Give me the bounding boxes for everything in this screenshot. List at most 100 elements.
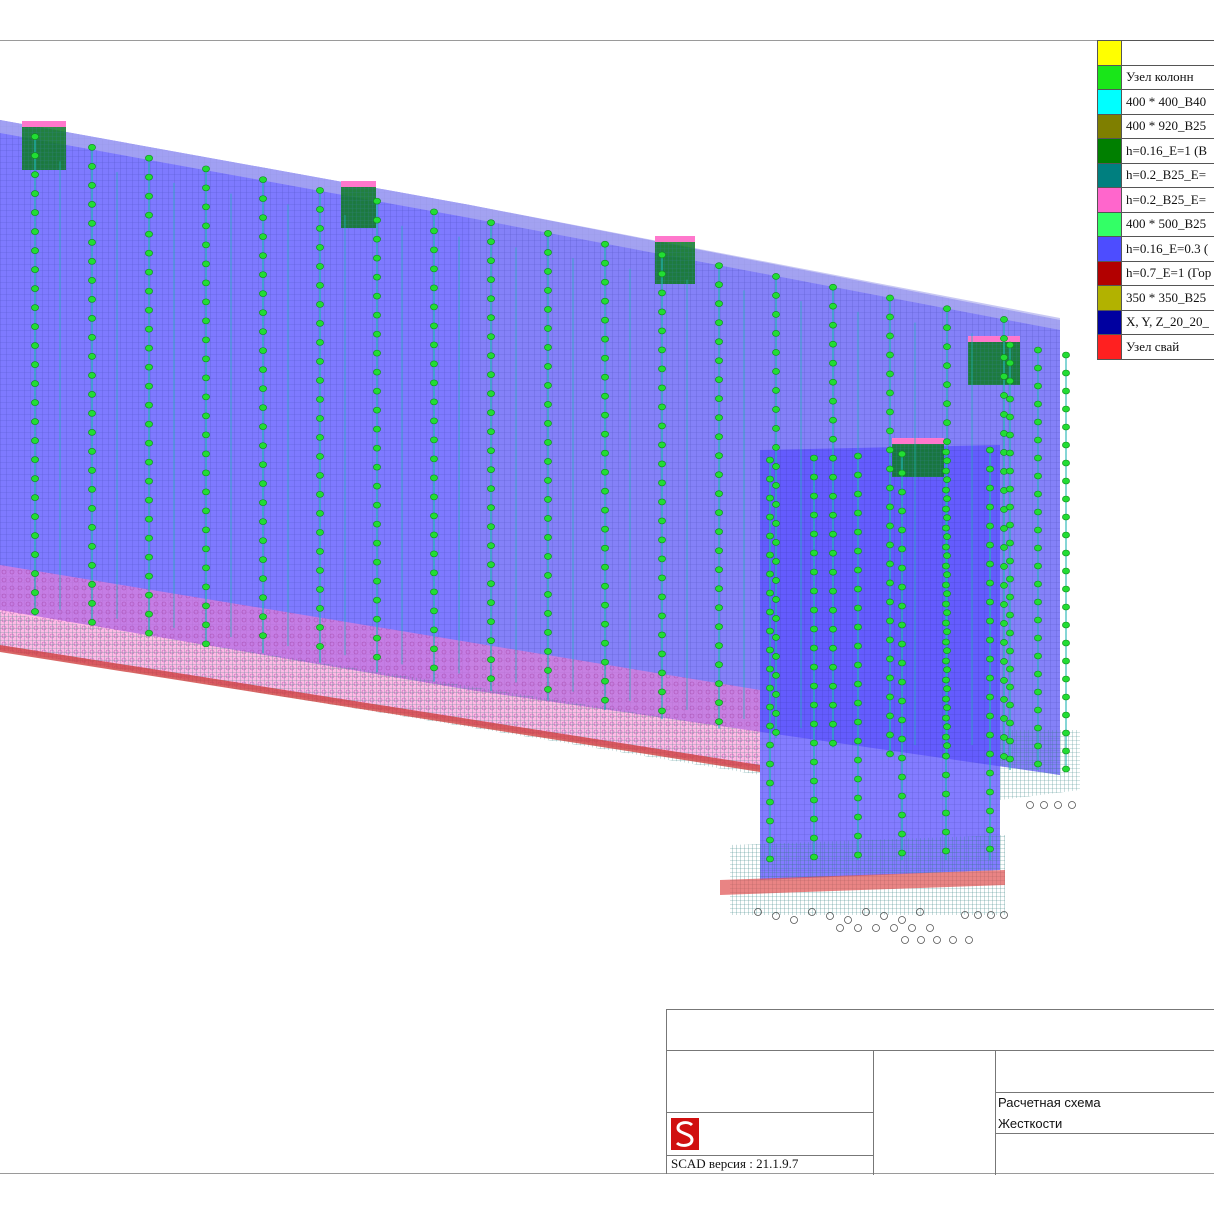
column-node [88, 410, 96, 417]
column-node [1062, 657, 1070, 665]
column-node [943, 704, 951, 711]
column-node [601, 335, 609, 343]
column-node [1000, 316, 1008, 323]
column-node [88, 296, 96, 303]
column-node [766, 684, 774, 692]
column-node [986, 807, 994, 815]
column-node [601, 639, 609, 647]
column-node [943, 723, 951, 730]
column-node [772, 615, 780, 622]
column-node [373, 197, 381, 205]
legend-label: h=0.16_E=1 (B [1126, 142, 1208, 158]
column-node [1000, 696, 1008, 703]
column-node [829, 359, 837, 367]
column-node [715, 699, 723, 706]
column-node [259, 461, 267, 468]
legend-swatch [1098, 335, 1122, 359]
column-node [373, 482, 381, 490]
legend-row: 400 * 500_B25 [1098, 212, 1214, 237]
column-node [544, 363, 552, 370]
column-node [829, 321, 837, 329]
legend-row: h=0.16_E=0.3 ( [1098, 237, 1214, 262]
column-node [772, 330, 780, 337]
legend-swatch [1098, 188, 1122, 212]
column-node [772, 672, 780, 679]
column-node [1034, 544, 1042, 552]
column-node [766, 836, 774, 844]
column-node [886, 484, 894, 492]
column-node [544, 382, 552, 389]
column-node [715, 661, 723, 668]
column-node [942, 657, 950, 665]
column-node [715, 433, 723, 440]
column-node [715, 585, 723, 592]
column-node [943, 457, 951, 464]
column-node [487, 238, 495, 245]
column-node [1062, 711, 1070, 719]
column-node [715, 281, 723, 288]
column-node [772, 311, 780, 318]
column-node [772, 406, 780, 413]
column-node [1006, 611, 1014, 619]
column-node [316, 624, 324, 631]
column-node [430, 360, 438, 368]
column-node [373, 425, 381, 433]
column-node [88, 448, 96, 455]
column-node [31, 437, 39, 444]
column-node [601, 696, 609, 704]
column-node [766, 855, 774, 863]
column-node [943, 419, 951, 426]
column-node [31, 570, 39, 577]
column-node [145, 553, 153, 561]
column-node [259, 537, 267, 544]
column-node [886, 712, 894, 720]
column-node [88, 600, 96, 607]
column-node [373, 653, 381, 661]
column-node [601, 259, 609, 267]
column-node [601, 677, 609, 685]
column-node [31, 551, 39, 558]
column-node [430, 626, 438, 634]
column-node [601, 297, 609, 305]
column-node [373, 558, 381, 566]
legend-row: X, Y, Z_20_20_ [1098, 310, 1214, 335]
column-node [202, 412, 210, 420]
column-node [1006, 683, 1014, 691]
column-node [854, 756, 862, 764]
legend-label: h=0.2_B25_E= [1126, 191, 1207, 207]
column-node [544, 458, 552, 465]
pile-support [790, 916, 798, 924]
column-node [854, 813, 862, 821]
column-node [658, 517, 666, 525]
column-node [259, 518, 267, 525]
column-node [772, 653, 780, 660]
column-node [658, 270, 666, 278]
column-node [145, 287, 153, 295]
column-node [88, 619, 96, 626]
column-node [854, 718, 862, 726]
column-node [715, 452, 723, 459]
column-node [942, 828, 950, 836]
column-node [766, 703, 774, 711]
column-node [1006, 449, 1014, 457]
column-node [715, 509, 723, 516]
column-node [1034, 454, 1042, 462]
column-node [373, 254, 381, 262]
pile-support [854, 924, 862, 932]
column-node [942, 486, 950, 494]
column-node [1006, 647, 1014, 655]
column-node [1006, 395, 1014, 403]
column-node [259, 423, 267, 430]
column-node [487, 656, 495, 663]
column-node [829, 606, 837, 614]
column-node [1000, 658, 1008, 665]
legend-swatch [1098, 41, 1122, 65]
column-node [145, 439, 153, 447]
pile-support [1040, 801, 1048, 809]
column-node [430, 436, 438, 444]
column-node [316, 358, 324, 365]
column-node [1062, 729, 1070, 737]
column-node [1006, 737, 1014, 745]
column-node [1062, 423, 1070, 431]
column-node [854, 642, 862, 650]
